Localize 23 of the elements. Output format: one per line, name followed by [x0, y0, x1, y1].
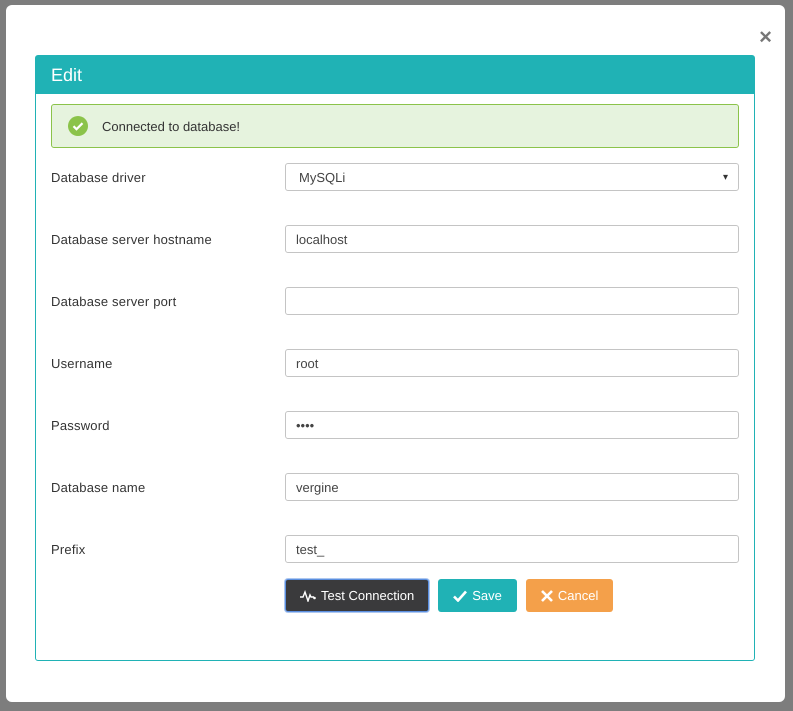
- close-button[interactable]: ×: [759, 19, 772, 55]
- field-label: Database name: [51, 480, 146, 494]
- field-label: Password: [51, 418, 111, 432]
- input-field[interactable]: test_: [285, 535, 739, 563]
- field-label: Prefix: [51, 542, 86, 556]
- input-field[interactable]: vergine: [285, 473, 739, 501]
- field-label: Database driver: [51, 170, 147, 184]
- input-field[interactable]: [285, 287, 739, 315]
- field-label: Database server hostname: [51, 232, 213, 246]
- caret-icon: ▾: [723, 171, 728, 183]
- close-icon: [540, 590, 553, 602]
- panel-title: Edit: [36, 56, 754, 94]
- check-circle-icon: [68, 116, 88, 136]
- check-icon: [453, 590, 468, 602]
- test-connection-button[interactable]: Test Connection: [285, 579, 430, 612]
- driver-select[interactable]: MySQLi ▾: [285, 163, 739, 191]
- input-field[interactable]: ••••: [285, 411, 739, 439]
- alert-message: Connected to database!: [102, 118, 240, 134]
- pulse-icon: [300, 590, 316, 602]
- input-field[interactable]: localhost: [285, 225, 739, 253]
- field-label: Database server port: [51, 294, 178, 308]
- field-label: Username: [51, 356, 114, 370]
- input-field[interactable]: root: [285, 349, 739, 377]
